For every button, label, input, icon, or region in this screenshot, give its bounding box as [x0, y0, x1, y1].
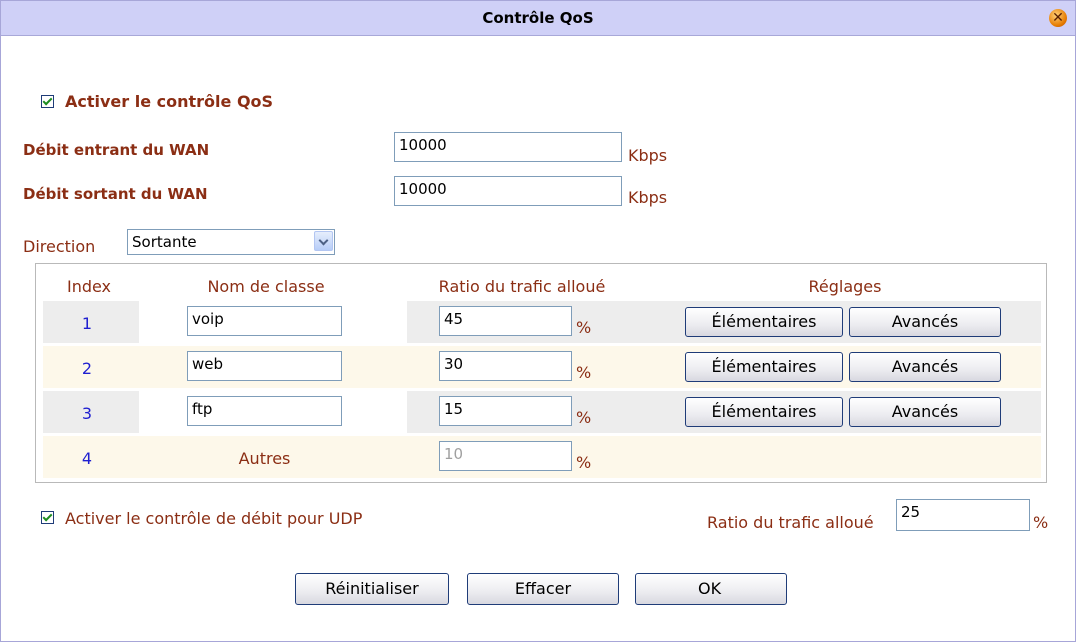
- direction-label: Direction: [23, 237, 96, 256]
- ratio-unit: %: [576, 408, 592, 427]
- wan-in-label: Débit entrant du WAN: [23, 141, 210, 159]
- row-index: 1: [81, 314, 93, 333]
- dialog-title: Contrôle QoS: [482, 9, 594, 27]
- direction-selected-value: Sortante: [132, 233, 197, 251]
- ratio-input[interactable]: 15: [439, 396, 572, 426]
- basic-settings-button[interactable]: Élémentaires: [685, 352, 843, 382]
- title-bar: Contrôle QoS ✕: [1, 1, 1075, 36]
- ratio-unit: %: [576, 363, 592, 382]
- clear-button[interactable]: Effacer: [467, 573, 619, 605]
- udp-ratio-unit: %: [1033, 513, 1049, 532]
- basic-settings-button[interactable]: Élémentaires: [685, 307, 843, 337]
- other-ratio-input: 10: [439, 441, 572, 471]
- header-index: Index: [66, 277, 112, 296]
- header-class-name: Nom de classe: [207, 277, 325, 296]
- header-settings: Réglages: [808, 277, 882, 296]
- class-name-input[interactable]: web: [187, 351, 342, 381]
- wan-in-unit: Kbps: [628, 146, 668, 165]
- row-index: 2: [81, 359, 93, 378]
- reset-button[interactable]: Réinitialiser: [295, 573, 449, 605]
- wan-in-input[interactable]: 10000: [394, 132, 622, 162]
- class-name-input[interactable]: voip: [187, 306, 342, 336]
- ratio-unit: %: [576, 318, 592, 337]
- wan-out-label: Débit sortant du WAN: [23, 185, 208, 203]
- enable-udp-label: Activer le contrôle de débit pour UDP: [65, 509, 363, 528]
- advanced-settings-button[interactable]: Avancés: [849, 352, 1001, 382]
- header-ratio: Ratio du trafic alloué: [438, 277, 606, 296]
- ratio-input[interactable]: 30: [439, 351, 572, 381]
- ratio-input[interactable]: 45: [439, 306, 572, 336]
- ok-button[interactable]: OK: [635, 573, 787, 605]
- direction-select[interactable]: Sortante: [127, 229, 335, 255]
- chevron-down-icon[interactable]: [314, 231, 333, 251]
- udp-ratio-input[interactable]: 25: [896, 499, 1030, 531]
- enable-qos-checkbox[interactable]: [41, 95, 54, 108]
- advanced-settings-button[interactable]: Avancés: [849, 397, 1001, 427]
- udp-ratio-label: Ratio du trafic alloué: [707, 513, 874, 532]
- basic-settings-button[interactable]: Élémentaires: [685, 397, 843, 427]
- close-icon[interactable]: ✕: [1049, 9, 1067, 27]
- row-index: 4: [81, 449, 93, 468]
- qos-dialog: Contrôle QoS ✕ Activer le contrôle QoS D…: [0, 0, 1076, 642]
- enable-udp-checkbox[interactable]: [41, 511, 54, 524]
- ratio-unit: %: [576, 453, 592, 472]
- enable-qos-label: Activer le contrôle QoS: [65, 92, 274, 111]
- advanced-settings-button[interactable]: Avancés: [849, 307, 1001, 337]
- class-name-input[interactable]: ftp: [187, 396, 342, 426]
- other-class-label: Autres: [238, 449, 291, 468]
- wan-out-input[interactable]: 10000: [394, 176, 622, 206]
- row-index: 3: [81, 404, 93, 423]
- wan-out-unit: Kbps: [628, 188, 668, 207]
